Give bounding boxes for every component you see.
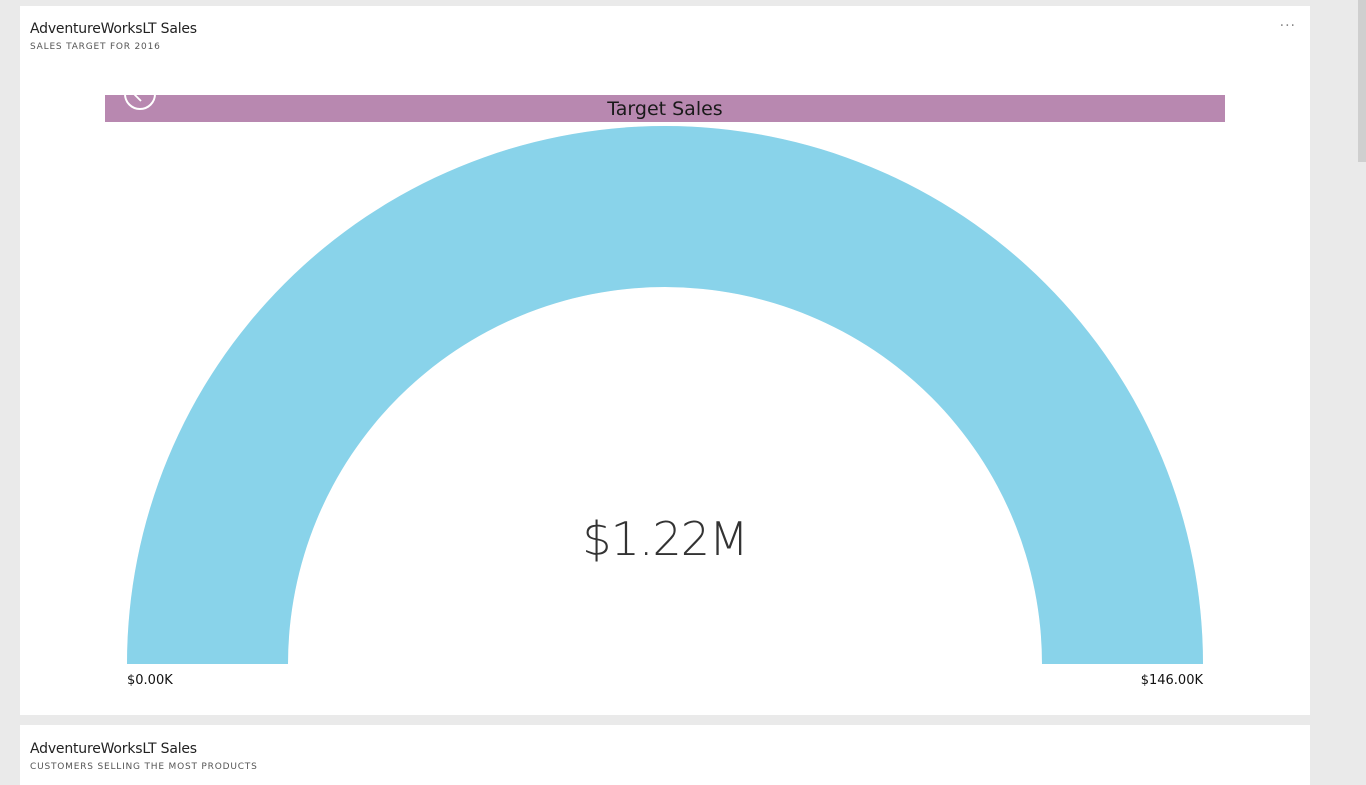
sales-target-tile[interactable]: AdventureWorksLT Sales SALES TARGET FOR … [20, 6, 1310, 715]
customers-tile[interactable]: AdventureWorksLT Sales CUSTOMERS SELLING… [20, 725, 1310, 785]
tile-title: AdventureWorksLT Sales [30, 741, 197, 757]
gauge-header-bar: Target Sales [105, 95, 1225, 122]
gauge-fill-arc [127, 126, 1203, 664]
gauge-min-label: $0.00K [127, 673, 173, 688]
tile-subtitle: CUSTOMERS SELLING THE MOST PRODUCTS [30, 762, 258, 772]
gauge-value: $1.22M [582, 512, 748, 566]
page-scrollbar[interactable] [1358, 0, 1366, 162]
gauge-header-label: Target Sales [607, 98, 723, 120]
back-arrow-icon[interactable] [124, 78, 156, 110]
gauge-max-label: $146.00K [1140, 673, 1203, 688]
